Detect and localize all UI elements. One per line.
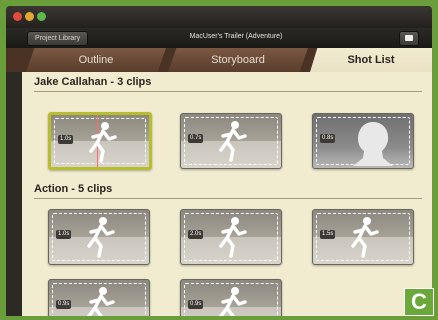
clip-duration-badge: 1.5s (320, 230, 336, 239)
runner-icon (87, 287, 115, 316)
clip-duration-badge: 0.9s (188, 300, 204, 309)
runner-icon (219, 217, 247, 258)
clip-duration-badge: 0.8s (320, 134, 336, 143)
section-divider (34, 91, 422, 92)
clip-duration-badge: 0.7s (188, 134, 204, 143)
clip-duration-badge: 0.9s (56, 300, 72, 309)
section-title-jake: Jake Callahan - 3 clips (34, 76, 152, 88)
runner-icon (89, 122, 117, 163)
project-library-button[interactable]: Project Library (27, 31, 89, 46)
portrait-head-icon (353, 122, 393, 166)
clip-thumbnail[interactable]: 1.0s (48, 209, 150, 265)
clip-thumbnail[interactable]: 0.7s (180, 113, 282, 169)
window-title: MacUser's Trailer (Adventure) (189, 33, 283, 40)
minimize-window-button[interactable] (25, 12, 34, 21)
clip-thumbnail[interactable]: 0.8s (312, 113, 414, 169)
tab-outline[interactable]: Outline (26, 48, 166, 72)
section-title-action: Action - 5 clips (34, 183, 113, 195)
clip-thumbnail[interactable]: 1.0s (48, 112, 152, 170)
clip-thumbnail[interactable]: 0.9s (180, 279, 282, 316)
clip-thumbnail[interactable]: 1.5s (312, 209, 414, 265)
clip-thumbnail[interactable]: 0.9s (48, 279, 150, 316)
app-window: Project Library MacUser's Trailer (Adven… (6, 6, 432, 316)
shot-list-panel: Jake Callahan - 3 clips 1.0s 0.7s 0.8s A… (22, 72, 432, 316)
title-bar (6, 6, 432, 28)
clip-duration-badge: 1.0s (56, 230, 72, 239)
section-divider (34, 198, 422, 199)
zoom-window-button[interactable] (37, 12, 46, 21)
clip-duration-badge: 2.0s (188, 230, 204, 239)
tab-shot-list[interactable]: Shot List (310, 48, 432, 72)
runner-icon (87, 217, 115, 258)
camera-import-button[interactable] (399, 31, 419, 46)
clip-duration-badge: 1.0s (58, 135, 74, 144)
tab-storyboard[interactable]: Storyboard (168, 48, 308, 72)
tab-bar: Outline Storyboard Shot List (6, 48, 432, 72)
toolbar: Project Library MacUser's Trailer (Adven… (6, 28, 432, 49)
runner-icon (219, 287, 247, 316)
clip-thumbnail[interactable]: 2.0s (180, 209, 282, 265)
runner-icon (219, 121, 247, 162)
outer-frame: Project Library MacUser's Trailer (Adven… (0, 0, 438, 320)
figure-label-badge: C (404, 288, 434, 316)
runner-icon (351, 217, 379, 258)
close-window-button[interactable] (13, 12, 22, 21)
